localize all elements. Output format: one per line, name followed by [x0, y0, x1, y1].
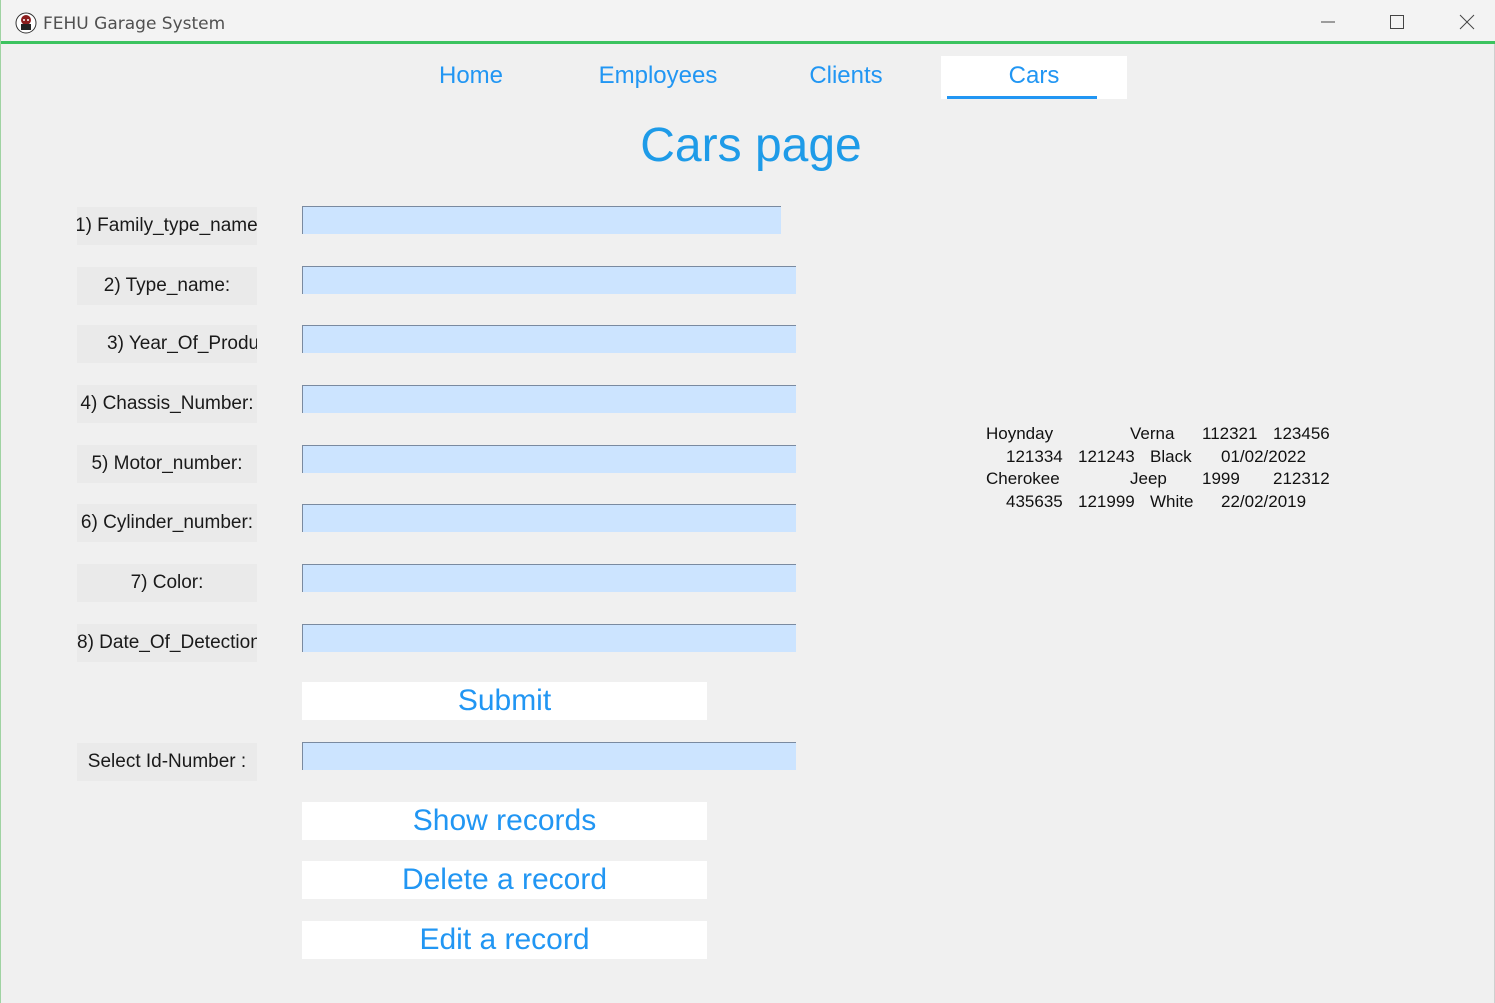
delete-record-button[interactable]: Delete a record [302, 861, 707, 899]
maximize-button[interactable] [1362, 0, 1432, 44]
record-cell: 1999 [1202, 469, 1240, 488]
app-logo-icon [15, 12, 37, 34]
close-button[interactable] [1432, 0, 1495, 44]
tab-home[interactable]: Home [401, 56, 541, 98]
record-cell: Jeep [1130, 469, 1167, 488]
record-cell: 123456 [1273, 424, 1330, 443]
record-cell: Hoynday [986, 424, 1054, 443]
tab-clients[interactable]: Clients [776, 56, 916, 98]
year-of-production-label: 3) Year_Of_Production [77, 325, 257, 363]
chassis-number-label: 4) Chassis_Number: [77, 385, 257, 423]
record-line: Hoynday Verna 112321 123456 [986, 423, 1346, 446]
record-cell: 212312 [1273, 469, 1330, 488]
window-title: FEHU Garage System [43, 14, 226, 34]
family-type-name-label: 1) Family_type_name [77, 207, 257, 245]
record-cell: 121243 [1078, 446, 1135, 466]
record-cell: 01/02/2022 [1221, 446, 1307, 466]
record-line: Cherokee Jeep 1999 212312 [986, 468, 1346, 491]
record-cell: 112321 [1202, 424, 1258, 443]
family-type-name-input[interactable] [302, 206, 781, 234]
edit-record-button[interactable]: Edit a record [302, 921, 707, 959]
color-input[interactable] [302, 564, 796, 592]
motor-number-input[interactable] [302, 445, 796, 473]
app-window: FEHU Garage System Home Employees Client… [0, 0, 1495, 1003]
record-cell: Verna [1130, 424, 1175, 443]
record-line: 435635 121999 White 22/02/2019 [986, 491, 1346, 514]
page-title: Cars page [640, 119, 862, 172]
tab-employees[interactable]: Employees [578, 56, 738, 98]
records-output: Hoynday Verna 112321 123456 121334 12124… [986, 423, 1346, 513]
active-tab-indicator [947, 96, 1097, 99]
cylinder-number-input[interactable] [302, 504, 796, 532]
record-cell: 121999 [1078, 491, 1135, 511]
record-cell: White [1150, 491, 1194, 511]
cylinder-number-label: 6) Cylinder_number: [77, 504, 257, 542]
motor-number-label: 5) Motor_number: [77, 445, 257, 483]
select-id-input[interactable] [302, 742, 796, 770]
type-name-input[interactable] [302, 266, 796, 294]
date-of-detection-label: 8) Date_Of_Detection [77, 624, 257, 662]
title-bar: FEHU Garage System [1, 0, 1495, 44]
record-cell: Cherokee [986, 469, 1060, 488]
record-cell: Black [1150, 446, 1192, 466]
color-label: 7) Color: [77, 564, 257, 602]
year-of-production-input[interactable] [302, 325, 796, 353]
show-records-button[interactable]: Show records [302, 802, 707, 840]
type-name-label: 2) Type_name: [77, 267, 257, 305]
select-id-label: Select Id-Number : [77, 743, 257, 781]
maximize-icon [1390, 15, 1404, 29]
minimize-icon [1321, 21, 1335, 23]
record-cell: 435635 [1006, 491, 1063, 511]
record-cell: 22/02/2019 [1221, 491, 1307, 511]
record-cell: 121334 [1006, 446, 1063, 466]
minimize-button[interactable] [1293, 0, 1363, 44]
close-icon [1459, 14, 1475, 30]
submit-button[interactable]: Submit [302, 682, 707, 720]
chassis-number-input[interactable] [302, 385, 796, 413]
tab-cars[interactable]: Cars [941, 56, 1127, 99]
record-line: 121334 121243 Black 01/02/2022 [986, 446, 1346, 469]
date-of-detection-input[interactable] [302, 624, 796, 652]
